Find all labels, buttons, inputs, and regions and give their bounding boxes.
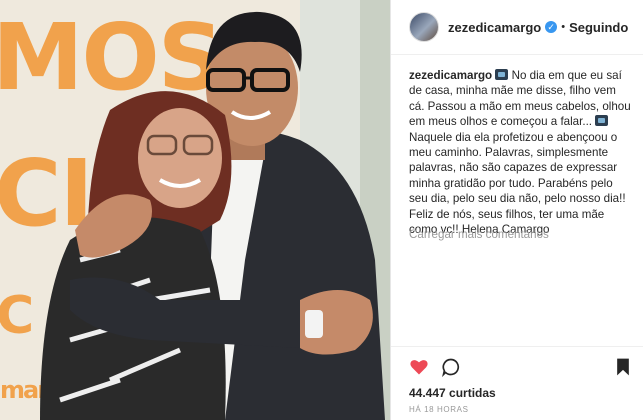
action-bar <box>391 346 643 387</box>
caption-username[interactable]: zezedicamargo <box>409 69 492 82</box>
heart-icon[interactable] <box>409 357 429 377</box>
separator: • <box>561 21 566 33</box>
load-more-comments-link[interactable]: Carregar mais comentários <box>409 228 549 241</box>
calendar-emoji-icon <box>495 69 509 80</box>
post-header: zezedicamargo ✓ • Seguindo <box>391 0 643 55</box>
follow-button[interactable]: Seguindo <box>569 20 628 35</box>
likes-count[interactable]: 44.447 curtidas <box>409 386 496 400</box>
post-caption: zezedicamargo No dia em que eu saí de ca… <box>409 68 633 237</box>
author-username[interactable]: zezedicamargo <box>448 20 541 35</box>
calendar-emoji-icon <box>595 115 609 127</box>
verified-badge-icon: ✓ <box>545 21 558 33</box>
instagram-post: MOS CIS C margo <box>0 0 643 420</box>
post-timestamp: HÁ 18 HORAS <box>409 405 469 414</box>
post-photo[interactable]: MOS CIS C margo <box>0 0 391 420</box>
avatar[interactable] <box>409 12 439 42</box>
post-side-panel: zezedicamargo ✓ • Seguindo zezedicamargo… <box>391 0 643 420</box>
hugging-people-illustration <box>40 0 390 420</box>
bookmark-icon[interactable] <box>613 357 633 377</box>
comment-icon[interactable] <box>441 357 461 377</box>
caption-text: Naquele dia ela profetizou e abençoou o … <box>409 130 626 237</box>
